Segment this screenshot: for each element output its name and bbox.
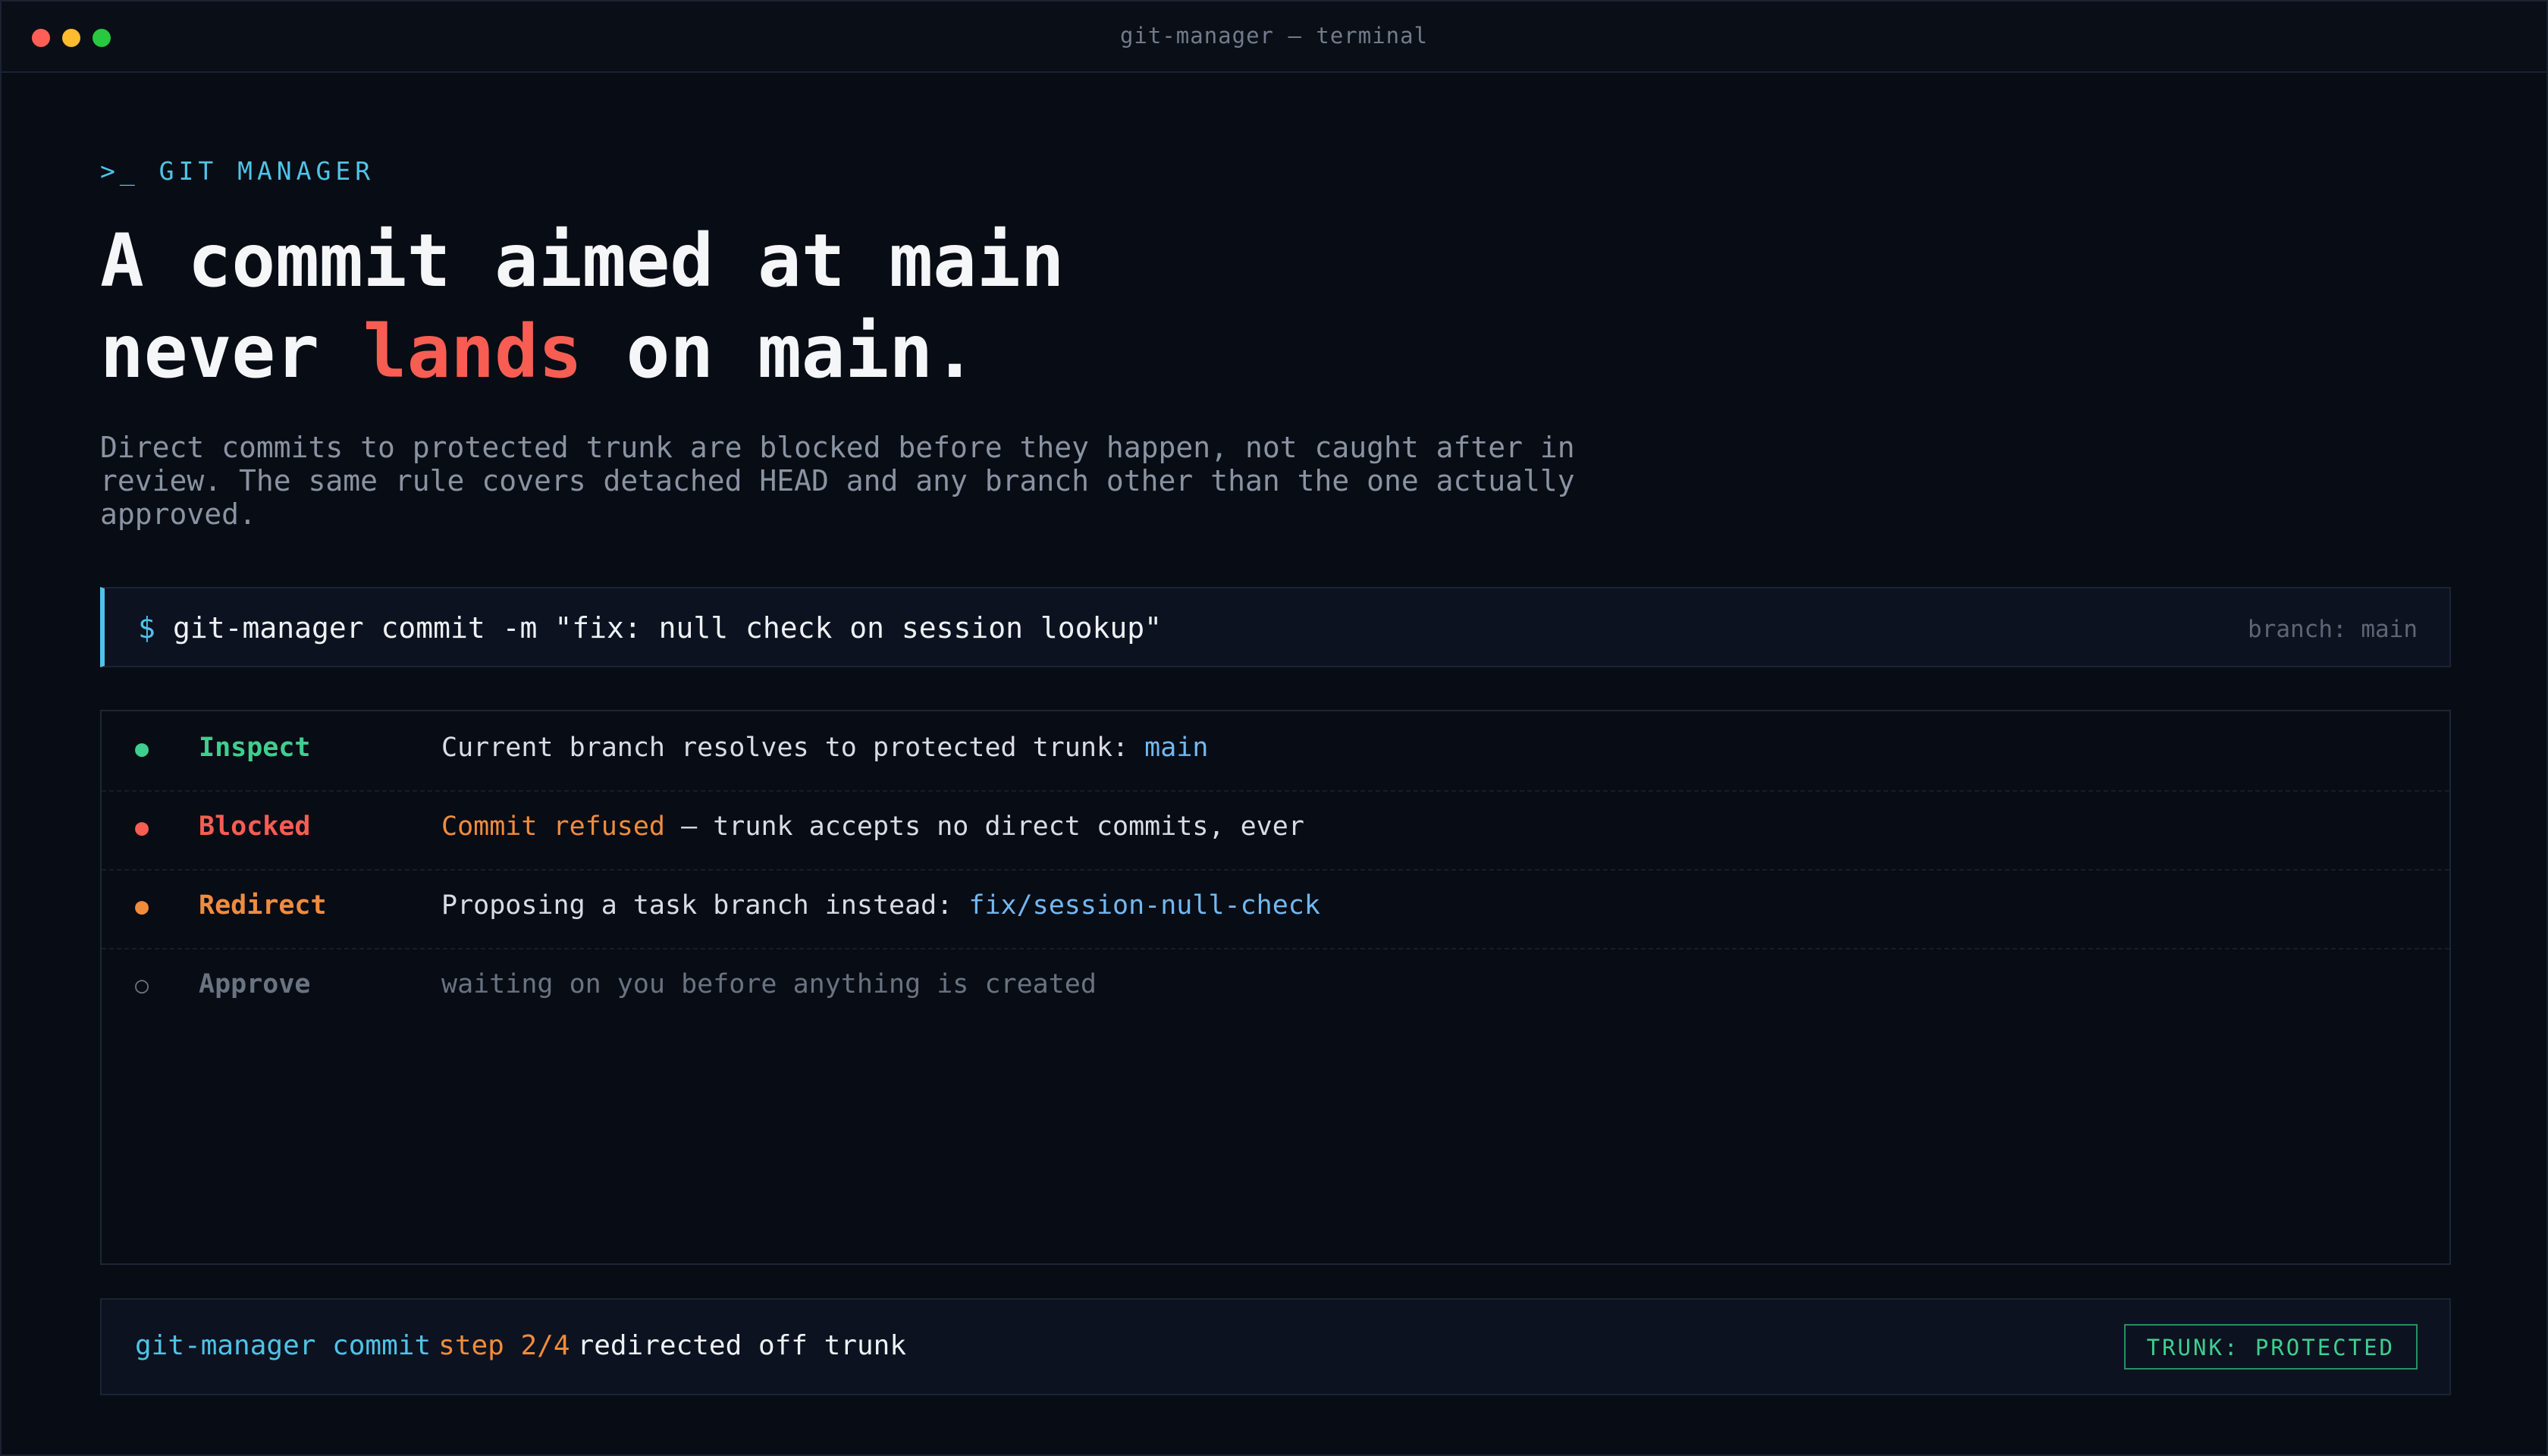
page-description: Direct commits to protected trunk are bl… (100, 431, 1575, 531)
headline-line-2-start: never (100, 309, 363, 394)
app-eyebrow-label: >_ GIT MANAGER (100, 156, 375, 186)
status-dot-icon: ● (135, 736, 149, 762)
step-description-tail: — trunk accepts no direct commits, ever (665, 811, 1304, 842)
terminal-window: git-manager — terminal >_ GIT MANAGER A … (0, 0, 2548, 1456)
step-name: Inspect (199, 733, 311, 763)
step-row-inspect: ● Inspect Current branch resolves to pro… (102, 711, 2449, 792)
shell-prompt-symbol: $ (138, 611, 155, 645)
step-description: Commit refused — trunk accepts no direct… (441, 811, 1304, 842)
step-description-text: waiting on you before anything is create… (441, 969, 1097, 999)
command-text[interactable]: git-manager commit -m "fix: null check o… (173, 611, 1162, 645)
title-bar: git-manager — terminal (2, 2, 2546, 73)
step-description: Current branch resolves to protected tru… (441, 733, 1208, 763)
step-description: waiting on you before anything is create… (441, 969, 1097, 999)
status-step-counter: step 2/4 (438, 1330, 570, 1361)
step-row-approve: ○ Approve waiting on you before anything… (102, 948, 2449, 1027)
step-name: Approve (199, 969, 311, 999)
trunk-protected-badge: TRUNK: PROTECTED (2123, 1324, 2418, 1370)
trunk-branch-name: main (1144, 733, 1209, 763)
command-bar: $ git-manager commit -m "fix: null check… (100, 587, 2451, 667)
page-headline: A commit aimed at main never lands on ma… (100, 215, 1065, 397)
commit-refused-label: Commit refused (441, 811, 666, 842)
status-message: redirected off trunk (577, 1330, 907, 1361)
status-tool-name: git-manager commit (135, 1330, 431, 1361)
headline-accent-word: lands (362, 309, 582, 394)
status-summary: git-manager commit step 2/4 redirected off… (135, 1330, 906, 1361)
steps-panel: ● Inspect Current branch resolves to pro… (100, 710, 2451, 1265)
step-row-blocked: ● Blocked Commit refused — trunk accepts… (102, 790, 2449, 871)
current-branch-label: branch: main (2248, 616, 2418, 643)
step-description-text: Current branch resolves to protected tru… (441, 733, 1145, 763)
step-name: Redirect (199, 890, 327, 921)
window-title: git-manager — terminal (1119, 23, 1429, 49)
status-dot-icon: ● (135, 814, 149, 841)
headline-line-2-end: on main. (582, 309, 977, 394)
headline-line-1: A commit aimed at main (100, 218, 1065, 303)
step-description-text: Proposing a task branch instead: (441, 890, 969, 921)
step-row-redirect: ● Redirect Proposing a task branch inste… (102, 869, 2449, 949)
step-description: Proposing a task branch instead: fix/ses… (441, 890, 1320, 921)
status-dot-icon: ● (135, 893, 149, 920)
proposed-branch-name[interactable]: fix/session-null-check (968, 890, 1320, 921)
step-name: Blocked (199, 811, 311, 842)
status-bar: git-manager commit step 2/4 redirected off… (100, 1298, 2451, 1395)
pending-circle-icon: ○ (135, 972, 149, 999)
